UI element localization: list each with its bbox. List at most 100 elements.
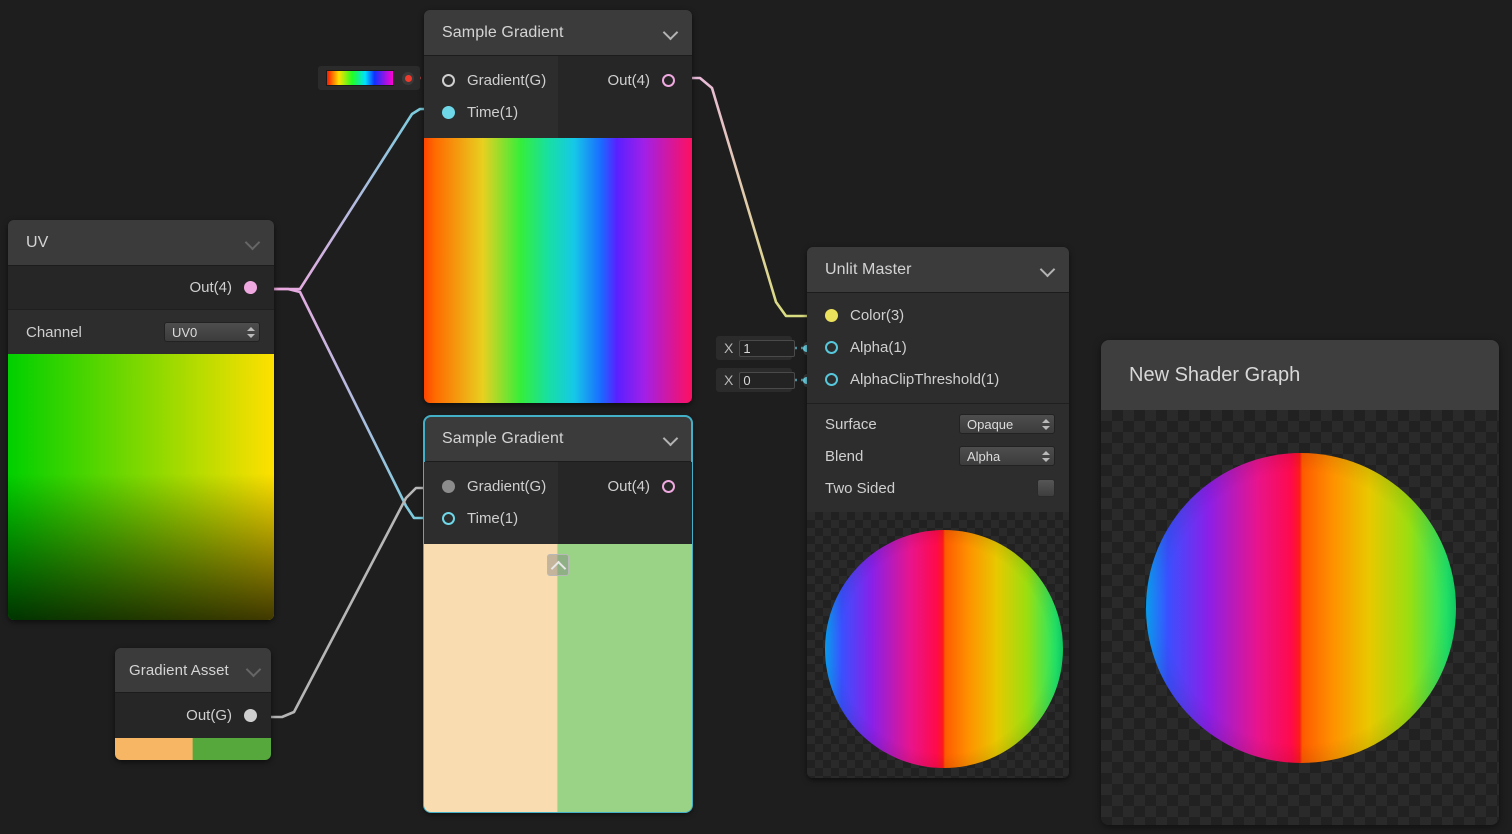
uv-channel-dropdown[interactable]: UV0 [164,322,260,342]
chevron-down-icon[interactable] [664,26,678,40]
chevron-down-icon[interactable] [1041,263,1055,277]
port-gradient-asset-out[interactable]: Out(G) [115,693,271,738]
node-unlit-master-header[interactable]: Unlit Master [807,247,1069,293]
master-surface-value: Opaque [967,416,1014,432]
port-sg2-out-dot[interactable] [662,479,675,493]
main-preview-sphere [1146,453,1456,763]
master-two-sided-row: Two Sided [807,472,1069,504]
node-sample-gradient-2-preview[interactable] [424,544,692,812]
port-sg1-gradient-dot[interactable] [442,73,455,87]
node-uv-controls: Channel UV0 [8,309,274,354]
floating-input-alpha-clip[interactable]: X [716,368,811,392]
uv-channel-row: Channel UV0 [8,316,274,348]
graph-title: New Shader Graph [1129,363,1301,386]
node-sample-gradient-1-header[interactable]: Sample Gradient [424,10,692,56]
node-sample-gradient-2[interactable]: Sample Gradient Gradient(G) Time(1) Out(… [423,415,693,813]
master-surface-dropdown[interactable]: Opaque [959,414,1055,434]
floating-gradient-field[interactable] [318,66,420,90]
port-uv-out-label: Out(4) [189,279,232,296]
master-surface-label: Surface [825,415,877,433]
port-gradient-asset-out-dot[interactable] [244,709,257,722]
stepper-arrows-icon [1041,450,1050,463]
port-master-alpha[interactable]: Alpha(1) [807,331,1069,363]
port-sg2-out-label: Out(4) [607,477,650,495]
node-unlit-master-controls: Surface Opaque Blend Alpha Two Sided [807,403,1069,512]
node-sample-gradient-2-title: Sample Gradient [442,429,564,447]
port-sg2-gradient-label: Gradient(G) [467,477,547,495]
stepper-arrows-icon [246,326,255,339]
port-master-alpha-label: Alpha(1) [850,338,907,356]
chevron-down-icon[interactable] [664,432,678,446]
port-sg2-time-dot[interactable] [442,511,455,525]
port-sg1-out-dot[interactable] [662,73,675,87]
node-unlit-master-preview[interactable] [807,512,1069,778]
port-master-alpha-clip[interactable]: AlphaClipThreshold(1) [807,363,1069,395]
main-preview-header[interactable]: New Shader Graph [1101,340,1499,410]
alpha-clip-axis-label: X [724,372,734,388]
uv-channel-value: UV0 [172,324,198,340]
port-gradient-asset-out-label: Out(G) [186,707,232,724]
port-sg2-gradient-in[interactable]: Gradient(G) [424,470,558,502]
master-blend-row: Blend Alpha [807,440,1069,472]
port-sg1-out[interactable]: Out(4) [558,64,692,96]
chevron-down-icon[interactable] [246,236,260,250]
floating-input-alpha[interactable]: X [716,336,811,360]
node-sample-gradient-1-title: Sample Gradient [442,23,564,41]
node-gradient-asset[interactable]: Gradient Asset Out(G) [115,648,271,760]
port-sg2-time-label: Time(1) [467,509,519,527]
master-preview-sphere [825,530,1063,768]
master-blend-dropdown[interactable]: Alpha [959,446,1055,466]
node-uv-header[interactable]: UV [8,220,274,266]
node-unlit-master-title: Unlit Master [825,260,912,278]
master-surface-row: Surface Opaque [807,408,1069,440]
port-uv-out-dot[interactable] [244,281,257,294]
port-sg1-time-label: Time(1) [467,103,519,121]
gradient-field-port[interactable] [402,71,414,85]
node-sample-gradient-1[interactable]: Sample Gradient Gradient(G) Time(1) Out(… [424,10,692,403]
master-two-sided-label: Two Sided [825,479,896,497]
node-unlit-master[interactable]: Unlit Master Color(3) Alpha(1) AlphaClip… [807,247,1069,778]
node-sample-gradient-2-header[interactable]: Sample Gradient [424,416,692,462]
gradient-swatch[interactable] [326,70,395,86]
port-master-alpha-dot[interactable] [825,340,838,354]
port-master-color-label: Color(3) [850,306,905,324]
master-two-sided-checkbox[interactable] [1037,479,1055,497]
chevron-down-icon[interactable] [247,663,261,677]
port-master-alpha-clip-label: AlphaClipThreshold(1) [850,370,1000,388]
alpha-clip-value-input[interactable] [739,371,796,389]
master-blend-value: Alpha [967,448,1001,464]
collapse-up-icon[interactable] [547,554,569,576]
port-sg1-out-label: Out(4) [607,71,650,89]
node-sample-gradient-2-ports: Gradient(G) Time(1) Out(4) [424,462,692,544]
node-uv-title: UV [26,233,49,251]
alpha-axis-label: X [724,340,734,356]
port-sg1-time-in[interactable]: Time(1) [424,96,558,128]
main-preview-panel[interactable]: New Shader Graph [1101,340,1499,825]
node-sample-gradient-1-preview[interactable] [424,138,692,403]
node-gradient-asset-preview[interactable] [115,738,271,760]
node-uv[interactable]: UV Out(4) Channel UV0 [8,220,274,620]
node-gradient-asset-ports: Out(G) [115,693,271,738]
port-sg1-time-dot[interactable] [442,105,455,119]
port-master-alpha-clip-dot[interactable] [825,372,838,386]
stepper-arrows-icon [1041,418,1050,431]
node-sample-gradient-1-ports: Gradient(G) Time(1) Out(4) [424,56,692,138]
master-blend-label: Blend [825,447,864,465]
port-sg2-time-in[interactable]: Time(1) [424,502,558,534]
node-unlit-master-ports: Color(3) Alpha(1) AlphaClipThreshold(1) [807,293,1069,403]
port-sg1-gradient-in[interactable]: Gradient(G) [424,64,558,96]
port-master-color-dot[interactable] [825,308,838,322]
port-sg2-out[interactable]: Out(4) [558,470,692,502]
alpha-value-input[interactable] [739,339,796,357]
port-sg1-gradient-label: Gradient(G) [467,71,547,89]
node-uv-ports: Out(4) [8,266,274,309]
node-gradient-asset-title: Gradient Asset [129,661,229,679]
uv-channel-label: Channel [26,323,82,341]
port-uv-out[interactable]: Out(4) [8,266,274,309]
shader-graph-canvas[interactable]: UV Out(4) Channel UV0 Sample Gradient Gr… [0,0,1512,834]
port-master-color[interactable]: Color(3) [807,299,1069,331]
main-preview-viewport[interactable] [1101,410,1499,825]
node-gradient-asset-header[interactable]: Gradient Asset [115,648,271,693]
port-sg2-gradient-dot[interactable] [442,479,455,493]
node-uv-preview[interactable] [8,354,274,620]
